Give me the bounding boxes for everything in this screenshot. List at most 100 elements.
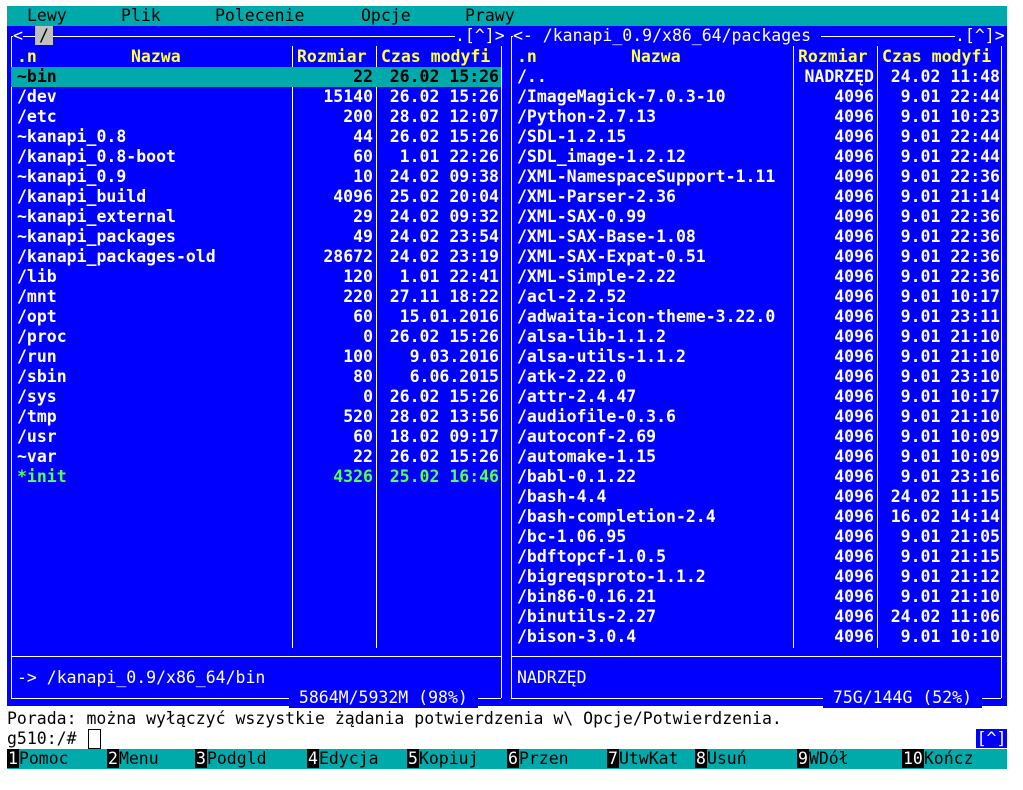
file-row[interactable]: /run 100 9.03.2016 — [11, 347, 501, 367]
file-row[interactable]: /alsa-lib-1.1.2 4096 9.01 21:10 — [511, 327, 1001, 347]
file-row[interactable]: /bc-1.06.95 4096 9.01 21:05 — [511, 527, 1001, 547]
file-row[interactable]: /lib 120 1.01 22:41 — [11, 267, 501, 287]
file-row[interactable]: /XML-SAX-0.99 4096 9.01 22:36 — [511, 207, 1001, 227]
fkey-9[interactable]: 9WDół — [797, 749, 849, 769]
menu-polecenie[interactable]: Polecenie — [215, 6, 304, 26]
file-name: ~var — [17, 447, 57, 466]
file-name: /alsa-utils-1.1.2 — [517, 347, 686, 366]
fkey-3[interactable]: 3Podgld — [195, 749, 267, 769]
file-row[interactable]: /alsa-utils-1.1.2 4096 9.01 21:10 — [511, 347, 1001, 367]
file-row[interactable]: /atk-2.22.0 4096 9.01 23:10 — [511, 367, 1001, 387]
menu-prawy[interactable]: Prawy — [465, 6, 515, 26]
file-row[interactable]: /sys 0 26.02 15:26 — [11, 387, 501, 407]
file-row[interactable]: /proc 0 26.02 15:26 — [11, 327, 501, 347]
file-row[interactable]: /ImageMagick-7.0.3-10 4096 9.01 22:44 — [511, 87, 1001, 107]
fkey-2[interactable]: 2Menu — [107, 749, 159, 769]
fkey-number: 8 — [695, 749, 707, 768]
left-header-time[interactable]: Czas modyfi — [381, 47, 490, 67]
left-panel-title-right[interactable]: .[^]> — [455, 26, 505, 46]
file-row[interactable]: /XML-Simple-2.22 4096 9.01 22:36 — [511, 267, 1001, 287]
right-header-name[interactable]: Nazwa — [631, 47, 681, 67]
left-panel-path[interactable]: / — [35, 26, 53, 45]
file-row[interactable]: /kanapi_packages-old 28672 24.02 23:19 — [11, 247, 501, 267]
file-row[interactable]: /tmp 520 28.02 13:56 — [11, 407, 501, 427]
file-size: 60 — [353, 427, 373, 446]
right-panel[interactable]: <- /kanapi_0.9/x86_64/packages .[^]> .n … — [507, 26, 1007, 708]
file-row[interactable]: /opt 60 15.01.2016 — [11, 307, 501, 327]
menu-lewy[interactable]: Lewy — [27, 6, 67, 26]
file-row[interactable]: /SDL-1.2.15 4096 9.01 22:44 — [511, 127, 1001, 147]
left-header-name[interactable]: Nazwa — [131, 47, 181, 67]
file-row[interactable]: /bin86-0.16.21 4096 9.01 21:10 — [511, 587, 1001, 607]
file-name: ~kanapi_0.8 — [17, 127, 127, 146]
left-header-sort[interactable]: .n — [17, 47, 37, 67]
file-row[interactable]: /bigreqsproto-1.1.2 4096 9.01 21:12 — [511, 567, 1001, 587]
file-row[interactable]: /dev 15140 26.02 15:26 — [11, 87, 501, 107]
file-name: /XML-SAX-0.99 — [517, 207, 647, 226]
file-row[interactable]: /bash-4.4 4096 24.02 11:15 — [511, 487, 1001, 507]
file-row[interactable]: ~var 22 26.02 15:26 — [11, 447, 501, 467]
file-row[interactable]: /etc 200 28.02 12:07 — [11, 107, 501, 127]
right-header-size[interactable]: Rozmiar — [798, 47, 868, 67]
fkey-8[interactable]: 8Usuń — [695, 749, 747, 769]
file-row[interactable]: /acl-2.2.52 4096 9.01 10:17 — [511, 287, 1001, 307]
right-panel-disk-usage: 75G/144G (52%) — [823, 688, 982, 708]
file-row[interactable]: /kanapi_0.8-boot 60 1.01 22:26 — [11, 147, 501, 167]
command-input[interactable] — [88, 729, 101, 749]
file-row[interactable]: /bdftopcf-1.0.5 4096 9.01 21:15 — [511, 547, 1001, 567]
file-row[interactable]: /usr 60 18.02 09:17 — [11, 427, 501, 447]
file-row[interactable]: /binutils-2.27 4096 24.02 11:06 — [511, 607, 1001, 627]
file-size: 4096 — [834, 367, 874, 386]
file-row[interactable]: ~kanapi_0.9 10 24.02 09:38 — [11, 167, 501, 187]
file-time: 9.01 22:44 — [890, 87, 1000, 106]
file-name: /opt — [17, 307, 57, 326]
fkey-10[interactable]: 10Kończ — [902, 749, 974, 769]
file-row[interactable]: /Python-2.7.13 4096 9.01 10:23 — [511, 107, 1001, 127]
fkey-6[interactable]: 6Przen — [507, 749, 569, 769]
file-name: /bash-completion-2.4 — [517, 507, 716, 526]
file-row[interactable]: /XML-SAX-Base-1.08 4096 9.01 22:36 — [511, 227, 1001, 247]
right-panel-path[interactable]: <- /kanapi_0.9/x86_64/packages — [513, 26, 821, 46]
right-header-time[interactable]: Czas modyfi — [882, 47, 991, 67]
scroll-indicator[interactable]: [^] — [976, 729, 1007, 748]
file-row[interactable]: ~kanapi_0.8 44 26.02 15:26 — [11, 127, 501, 147]
menu-plik[interactable]: Plik — [121, 6, 161, 26]
file-row[interactable]: /automake-1.15 4096 9.01 10:09 — [511, 447, 1001, 467]
file-row[interactable]: ~kanapi_external 29 24.02 09:32 — [11, 207, 501, 227]
file-size: 4096 — [834, 167, 874, 186]
file-row[interactable]: /XML-Parser-2.36 4096 9.01 21:14 — [511, 187, 1001, 207]
fkey-number: 5 — [407, 749, 419, 768]
file-row[interactable]: /kanapi_build 4096 25.02 20:04 — [11, 187, 501, 207]
file-row[interactable]: /XML-SAX-Expat-0.51 4096 9.01 22:36 — [511, 247, 1001, 267]
file-row[interactable]: *init 4326 25.02 16:46 — [11, 467, 501, 487]
file-row[interactable]: /XML-NamespaceSupport-1.11 4096 9.01 22:3… — [511, 167, 1001, 187]
file-row[interactable]: /babl-0.1.22 4096 9.01 23:16 — [511, 467, 1001, 487]
file-time: 9.01 23:16 — [890, 467, 1000, 486]
left-panel[interactable]: < / .[^]> .n Nazwa Rozmiar Czas modyfi ~… — [7, 26, 507, 708]
left-header-size[interactable]: Rozmiar — [297, 47, 367, 67]
file-row[interactable]: /audiofile-0.3.6 4096 9.01 21:10 — [511, 407, 1001, 427]
file-time: 9.01 21:10 — [890, 347, 1000, 366]
file-row[interactable]: /bash-completion-2.4 4096 16.02 14:14 — [511, 507, 1001, 527]
right-header-sort[interactable]: .n — [517, 47, 537, 67]
file-row[interactable]: /attr-2.4.47 4096 9.01 10:17 — [511, 387, 1001, 407]
file-row[interactable]: /bison-3.0.4 4096 9.01 10:10 — [511, 627, 1001, 647]
file-time: 24.02 11:48 — [890, 67, 1000, 86]
file-row[interactable]: /sbin 80 6.06.2015 — [11, 367, 501, 387]
file-row[interactable]: /adwaita-icon-theme-3.22.0 4096 9.01 23:1… — [511, 307, 1001, 327]
file-row[interactable]: /.. NADRZĘD 24.02 11:48 — [511, 67, 1001, 87]
file-row[interactable]: /SDL_image-1.2.12 4096 9.01 22:44 — [511, 147, 1001, 167]
file-size: 4096 — [834, 447, 874, 466]
file-row-selected[interactable]: ~bin 22 26.02 15:26 — [11, 67, 501, 87]
file-row[interactable]: /autoconf-2.69 4096 9.01 10:09 — [511, 427, 1001, 447]
fkey-7[interactable]: 7UtwKat — [607, 749, 679, 769]
file-size: 4096 — [333, 187, 373, 206]
file-row[interactable]: ~kanapi_packages 49 24.02 23:54 — [11, 227, 501, 247]
file-row[interactable]: /mnt 220 27.11 18:22 — [11, 287, 501, 307]
fkey-4[interactable]: 4Edycja — [307, 749, 379, 769]
right-panel-title-right[interactable]: .[^]> — [955, 26, 1005, 46]
fkey-5[interactable]: 5Kopiuj — [407, 749, 479, 769]
menu-opcje[interactable]: Opcje — [361, 6, 411, 26]
fkey-1[interactable]: 1Pomoc — [7, 749, 69, 769]
file-size: 220 — [343, 287, 373, 306]
